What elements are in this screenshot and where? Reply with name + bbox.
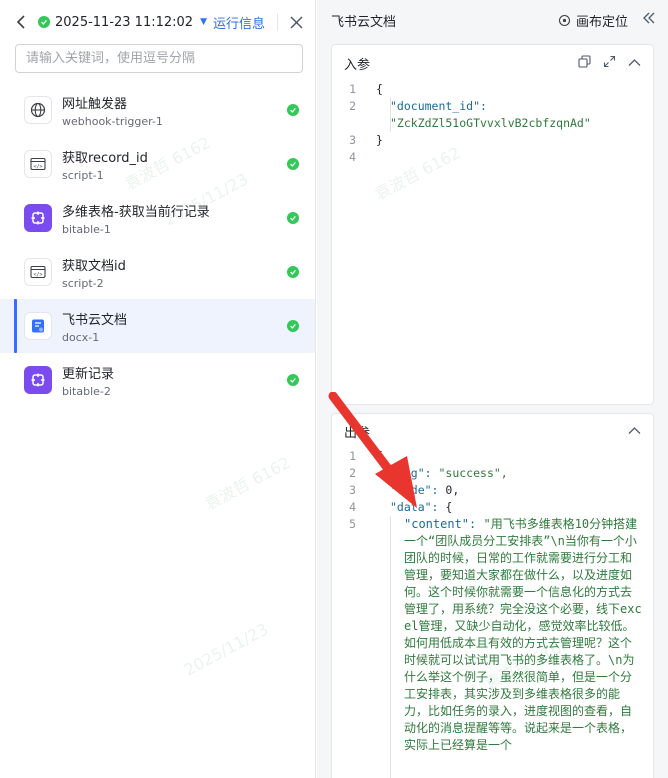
check-circle-icon: [287, 320, 299, 332]
run-history-pane: 2025-11-23 11:12:02 ▼ 运行信息 网址触发器 webhook…: [0, 0, 316, 778]
line-number: 2: [349, 466, 356, 480]
run-success-icon: [38, 16, 50, 28]
doc-icon: [24, 312, 52, 340]
json-number: 0,: [445, 483, 460, 497]
node-search-input[interactable]: [26, 51, 292, 66]
copy-icon[interactable]: [578, 54, 591, 72]
line-number: 5: [349, 517, 356, 531]
run-info-label: 运行信息: [212, 16, 265, 32]
back-icon[interactable]: [16, 15, 36, 29]
json-key: "msg":: [390, 466, 432, 480]
close-icon[interactable]: [277, 13, 305, 31]
run-time-label: 2025-11-23 11:12:02: [55, 14, 194, 30]
chevron-up-icon[interactable]: [628, 56, 641, 71]
check-circle-icon: [287, 104, 299, 116]
json-line: {: [376, 82, 383, 96]
expand-icon[interactable]: [603, 55, 616, 72]
detail-header: 飞书云文档 画布定位: [317, 0, 668, 40]
detail-title: 飞书云文档: [331, 14, 397, 30]
json-string: "ZckZdZl51oGTvvxlvB2cbfzqnAd": [390, 116, 591, 130]
json-brace: {: [445, 500, 453, 514]
line-number: 3: [349, 483, 356, 497]
node-detail-pane: 飞书云文档 画布定位 入参 1 2 3 4 { "document_id": "…: [317, 0, 668, 778]
line-number: 2: [349, 99, 356, 113]
check-circle-icon: [287, 158, 299, 170]
output-json-viewer[interactable]: 1 2 3 4 5 { "msg": "success", "code": 0,…: [332, 448, 653, 778]
node-title: 多维表格-获取当前行记录: [62, 204, 210, 220]
node-list: 网址触发器 webhook-trigger-1 </> 获取record_id …: [0, 83, 315, 407]
node-id: script-1: [62, 168, 104, 182]
node-id: script-2: [62, 276, 104, 290]
check-circle-icon: [287, 374, 299, 386]
bitable-icon: [24, 204, 52, 232]
node-id: docx-1: [62, 330, 100, 344]
line-number: 4: [349, 150, 356, 164]
line-number: 3: [349, 133, 356, 147]
chevron-up-icon[interactable]: [628, 424, 641, 439]
input-json-viewer[interactable]: 1 2 3 4 { "document_id": "ZckZdZl51oGTvv…: [332, 81, 653, 164]
line-number: 1: [349, 82, 356, 96]
json-string: "success",: [438, 466, 508, 480]
node-title: 获取record_id: [62, 150, 148, 166]
node-id: webhook-trigger-1: [62, 114, 163, 128]
node-item-webhook-trigger[interactable]: 网址触发器 webhook-trigger-1: [0, 83, 315, 137]
json-key: "document_id":: [390, 99, 487, 113]
node-item-bitable-2[interactable]: 更新记录 bitable-2: [0, 353, 315, 407]
check-circle-icon: [287, 266, 299, 278]
node-item-script-1[interactable]: </> 获取record_id script-1: [0, 137, 315, 191]
node-title: 网址触发器: [62, 96, 128, 112]
json-line: }: [376, 133, 383, 147]
input-params-label: 入参: [344, 57, 371, 73]
svg-text:</>: </>: [33, 272, 42, 278]
line-number: 4: [349, 500, 356, 514]
canvas-locate-button[interactable]: 画布定位: [558, 11, 628, 30]
canvas-locate-label: 画布定位: [575, 14, 628, 30]
node-search-box[interactable]: [15, 44, 303, 73]
run-header: 2025-11-23 11:12:02 ▼ 运行信息: [0, 0, 315, 44]
globe-icon: [24, 96, 52, 124]
node-item-script-2[interactable]: </> 获取文档id script-2: [0, 245, 315, 299]
script-icon: </>: [24, 150, 52, 178]
node-id: bitable-1: [62, 222, 111, 236]
check-circle-icon: [287, 212, 299, 224]
node-item-bitable-1[interactable]: 多维表格-获取当前行记录 bitable-1: [0, 191, 315, 245]
node-id: bitable-2: [62, 384, 111, 398]
document-content-string: "用飞书多维表格10分钟搭建一个“团队成员分工安排表”\n当你有一个小团队的时候…: [404, 517, 642, 752]
collapse-panel-icon[interactable]: [642, 12, 656, 28]
svg-text:</>: </>: [33, 164, 42, 170]
script-icon: </>: [24, 258, 52, 286]
node-title: 更新记录: [62, 366, 115, 382]
run-info-dropdown[interactable]: ▼ 运行信息: [200, 13, 265, 32]
output-params-label: 出参: [344, 425, 371, 441]
output-params-panel: 出参 1 2 3 4 5 { "msg": "success", "code":…: [331, 413, 654, 778]
node-title: 飞书云文档: [62, 312, 128, 328]
json-key: "code":: [390, 483, 439, 497]
node-item-docx-1[interactable]: 飞书云文档 docx-1: [0, 299, 315, 353]
input-params-panel: 入参 1 2 3 4 { "document_id": "ZckZdZl51oG…: [331, 44, 654, 405]
json-key: "content":: [404, 517, 477, 531]
node-title: 获取文档id: [62, 258, 126, 274]
bitable-icon: [24, 366, 52, 394]
line-number: 1: [349, 449, 356, 463]
json-line: {: [376, 449, 383, 463]
json-key: "data":: [390, 500, 439, 514]
locate-icon: [558, 14, 571, 26]
caret-down-icon: ▼: [200, 17, 207, 27]
